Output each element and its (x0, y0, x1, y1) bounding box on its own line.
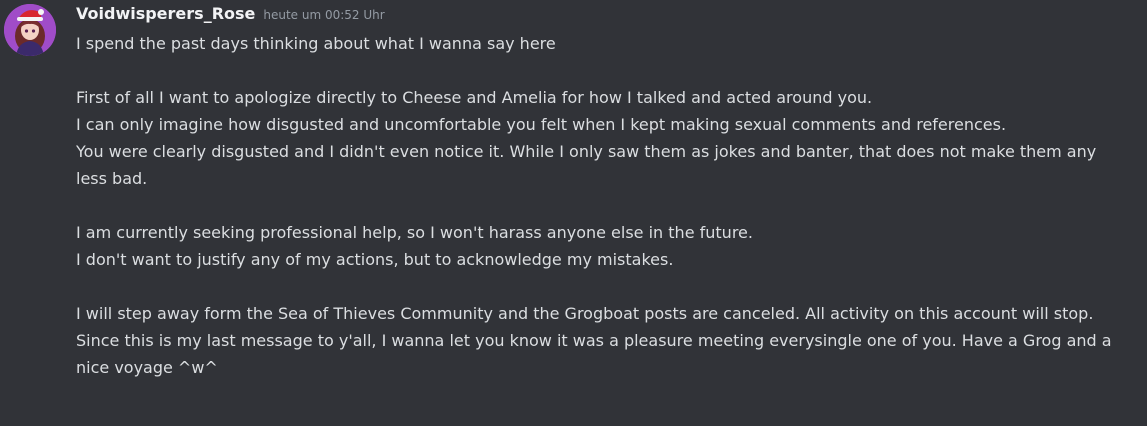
message-header: Voidwisperers_Rose heute um 00:52 Uhr (76, 4, 1131, 30)
message-text: I spend the past days thinking about wha… (76, 34, 1112, 377)
username-label[interactable]: Voidwisperers_Rose (76, 4, 255, 23)
user-avatar-icon[interactable] (4, 4, 56, 56)
message-timestamp[interactable]: heute um 00:52 Uhr (263, 8, 384, 22)
chat-message: Voidwisperers_Rose heute um 00:52 Uhr I … (0, 0, 1147, 426)
